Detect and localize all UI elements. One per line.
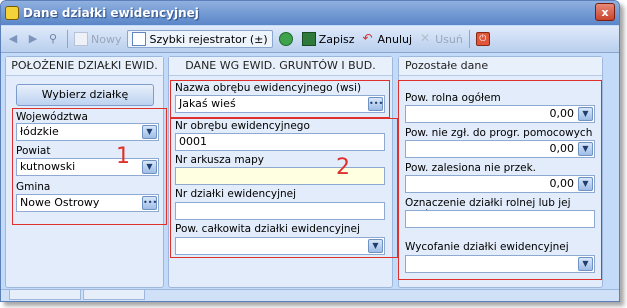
- save-button-label: Zapisz: [318, 32, 355, 46]
- delete-button[interactable]: ✕ Usuń: [418, 32, 463, 46]
- exit-button[interactable]: ⏻: [475, 32, 493, 46]
- forward-arrow-icon[interactable]: ▶: [25, 31, 41, 47]
- delete-button-label: Usuń: [435, 32, 463, 46]
- binoculars-icon[interactable]: ⚲: [45, 31, 61, 47]
- toolbar-separator: [468, 30, 470, 48]
- toolbar-separator: [67, 30, 68, 48]
- refresh-icon: [278, 32, 293, 46]
- annotation-box-precinct: [170, 80, 390, 118]
- delete-x-icon: ✕: [420, 31, 431, 45]
- new-document-icon: [74, 32, 88, 46]
- annotation-marker-1: 1: [116, 144, 130, 169]
- bottom-tab[interactable]: [9, 290, 81, 300]
- save-icon: [301, 32, 316, 46]
- back-arrow-icon[interactable]: ◀: [5, 31, 21, 47]
- annotation-box-location: [12, 108, 167, 225]
- window-title: Dane działki ewidencyjnej: [23, 6, 199, 20]
- other-data-panel-header: Pozostałe dane: [399, 57, 602, 76]
- quick-register-label: Szybki rejestrator (±): [149, 32, 268, 46]
- annotation-box-other: [398, 80, 602, 280]
- registry-panel-header: DANE WG EWID. GRUNTÓW I BUD.: [169, 57, 392, 76]
- document-icon: [132, 32, 147, 46]
- power-icon: ⏻: [475, 32, 490, 46]
- annotation-box-registry: [170, 118, 398, 258]
- quick-register-button[interactable]: Szybki rejestrator (±): [127, 30, 273, 48]
- close-button[interactable]: x: [595, 3, 615, 21]
- bottom-tab[interactable]: [83, 290, 145, 300]
- cancel-button[interactable]: ↶ Anuluj: [361, 31, 413, 46]
- app-icon: [5, 6, 19, 20]
- location-panel-header: POŁOŻENIE DZIAŁKI EWID.: [6, 57, 163, 76]
- annotation-marker-2: 2: [336, 155, 350, 180]
- toolbar: ◀ ▶ ⚲ Nowy Szybki rejestrator (±) Zapisz…: [1, 26, 619, 53]
- save-button[interactable]: Zapisz: [301, 32, 355, 46]
- cancel-button-label: Anuluj: [377, 32, 413, 46]
- title-bar: Dane działki ewidencyjnej x: [1, 1, 619, 25]
- undo-icon: ↶: [362, 31, 373, 45]
- refresh-button[interactable]: [278, 32, 296, 46]
- new-button[interactable]: Nowy: [74, 32, 121, 46]
- new-button-label: Nowy: [91, 32, 122, 46]
- choose-parcel-button[interactable]: Wybierz działkę: [16, 84, 154, 106]
